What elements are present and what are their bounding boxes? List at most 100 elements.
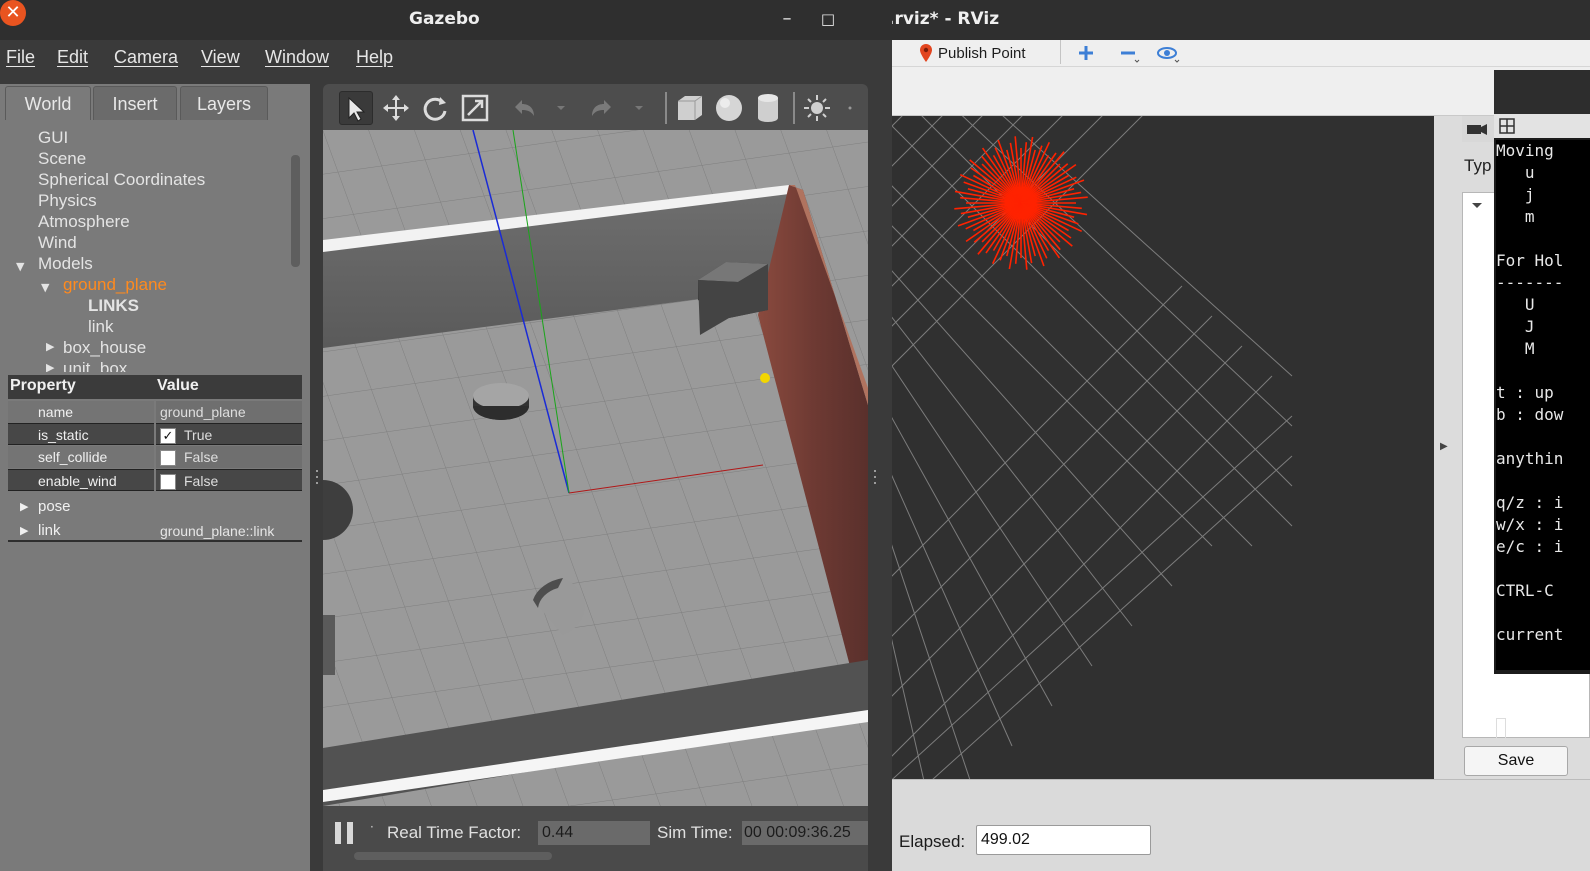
add-icon[interactable] bbox=[1074, 42, 1098, 64]
menu-file[interactable]: File bbox=[6, 47, 35, 68]
collapse-arrow-icon[interactable]: ▶ bbox=[20, 520, 28, 542]
rviz-statusbar: Elapsed: 499.02 bbox=[860, 779, 1590, 871]
expand-arrow-icon[interactable]: ▼ bbox=[41, 281, 49, 294]
terminal-output: Moving u j m For Hol ------- U J M t : u… bbox=[1496, 140, 1590, 670]
light-icon[interactable] bbox=[800, 91, 834, 125]
tree-item-unit-box[interactable]: unit_box_... bbox=[63, 359, 151, 372]
collapse-arrow-icon[interactable]: ▶ bbox=[46, 340, 54, 353]
eye-icon[interactable] bbox=[1156, 42, 1180, 64]
property-value-cell[interactable]: ✓ True bbox=[156, 423, 302, 445]
checkbox-unchecked[interactable] bbox=[160, 474, 176, 491]
gazebo-3d-viewport[interactable] bbox=[323, 130, 868, 806]
expand-arrow-icon[interactable]: ▼ bbox=[16, 260, 24, 273]
tree-item-wind[interactable]: Wind bbox=[38, 233, 77, 253]
publish-point-tool[interactable]: Publish Point bbox=[920, 40, 1026, 66]
redo-icon[interactable] bbox=[585, 91, 619, 125]
splitter-handle[interactable] bbox=[314, 467, 320, 487]
scale-icon[interactable] bbox=[458, 91, 492, 125]
property-value: True bbox=[184, 427, 213, 443]
property-name: self_collide bbox=[8, 446, 154, 468]
property-row-self-collide[interactable]: self_collide False bbox=[8, 446, 302, 469]
horizontal-scrollbar[interactable] bbox=[354, 852, 552, 860]
property-value: False bbox=[184, 473, 219, 489]
collapse-arrow-icon[interactable]: ▶ bbox=[46, 361, 54, 372]
collapse-arrow-icon[interactable]: ▶ bbox=[1440, 441, 1448, 452]
terminal-window[interactable]: Moving u j m For Hol ------- U J M t : u… bbox=[1494, 70, 1590, 740]
tree-item-scene[interactable]: Scene bbox=[38, 149, 86, 169]
terminal-tabbar bbox=[1494, 114, 1590, 138]
type-label: Typ bbox=[1464, 156, 1492, 175]
menu-help[interactable]: Help bbox=[356, 47, 393, 68]
undo-icon[interactable] bbox=[507, 91, 541, 125]
gazebo-window-title: Gazebo bbox=[409, 9, 480, 29]
property-group-name: pose bbox=[38, 498, 71, 515]
rviz-titlebar: .rviz* - RViz bbox=[860, 0, 1590, 40]
tab-layers[interactable]: Layers bbox=[180, 86, 268, 120]
cylinder-icon[interactable] bbox=[751, 91, 785, 125]
map-pin-icon bbox=[920, 44, 932, 62]
checkbox-checked[interactable]: ✓ bbox=[160, 428, 176, 445]
property-row-name[interactable]: name ground_plane bbox=[8, 401, 302, 424]
undo-dropdown-icon[interactable] bbox=[550, 91, 574, 125]
rviz-window-title: .rviz* - RViz bbox=[888, 9, 1000, 29]
property-group-name: link bbox=[38, 522, 61, 539]
property-value-cell[interactable]: False bbox=[156, 469, 302, 491]
property-group-link[interactable]: ▶ link ground_plane::link bbox=[8, 520, 302, 542]
elapsed-label: Elapsed: bbox=[899, 832, 966, 851]
tree-item-atmosphere[interactable]: Atmosphere bbox=[38, 212, 130, 232]
gazebo-window: Gazebo – □ ✕ File Edit Camera View Windo… bbox=[0, 0, 892, 871]
tree-item-gui[interactable]: GUI bbox=[38, 128, 68, 148]
pause-icon[interactable] bbox=[335, 822, 355, 844]
tab-world[interactable]: World bbox=[5, 86, 91, 120]
translate-icon[interactable] bbox=[379, 91, 413, 125]
property-group-pose[interactable]: ▶ pose bbox=[8, 496, 302, 518]
property-name: name bbox=[8, 401, 154, 423]
property-row-is-static[interactable]: is_static ✓ True bbox=[8, 423, 302, 446]
property-column-header: Property bbox=[10, 377, 76, 394]
select-icon[interactable] bbox=[339, 91, 373, 125]
rviz-window: .rviz* - RViz Publish Point Typ ▶ Save E… bbox=[860, 0, 1590, 871]
property-name: enable_wind bbox=[8, 469, 154, 491]
sim-time-label: Sim Time: bbox=[657, 823, 733, 842]
tree-item-models[interactable]: Models bbox=[38, 254, 93, 274]
splitter-handle[interactable] bbox=[872, 467, 878, 487]
rotate-icon[interactable] bbox=[418, 91, 452, 125]
property-value[interactable]: ground_plane bbox=[156, 401, 302, 423]
menu-window[interactable]: Window bbox=[265, 47, 329, 68]
publish-point-label: Publish Point bbox=[938, 44, 1026, 62]
elapsed-field[interactable]: 499.02 bbox=[976, 825, 1151, 855]
real-time-factor-value: 0.44 bbox=[538, 821, 650, 845]
menu-view[interactable]: View bbox=[201, 47, 240, 68]
toolbar-overflow-icon[interactable] bbox=[842, 91, 858, 125]
menu-camera[interactable]: Camera bbox=[114, 47, 178, 68]
minimize-button[interactable]: – bbox=[774, 6, 800, 32]
tree-item-spherical-coordinates[interactable]: Spherical Coordinates bbox=[38, 170, 205, 190]
property-table-header: Property Value bbox=[8, 375, 302, 399]
menu-edit[interactable]: Edit bbox=[57, 47, 88, 68]
property-value: False bbox=[184, 449, 219, 465]
property-row-enable-wind[interactable]: enable_wind False bbox=[8, 469, 302, 492]
box-icon[interactable] bbox=[673, 91, 707, 125]
remove-icon[interactable] bbox=[1116, 42, 1140, 64]
maximize-button[interactable]: □ bbox=[815, 6, 841, 32]
checkbox-unchecked[interactable] bbox=[160, 450, 176, 467]
sphere-icon[interactable] bbox=[712, 91, 746, 125]
tree-scrollbar[interactable] bbox=[291, 155, 300, 267]
tree-item-link[interactable]: link bbox=[88, 317, 114, 337]
rviz-3d-viewport[interactable] bbox=[892, 116, 1434, 779]
property-group-value: ground_plane::link bbox=[160, 523, 275, 539]
tree-item-links-header: LINKS bbox=[88, 296, 139, 315]
gazebo-titlebar: Gazebo – □ ✕ bbox=[0, 0, 892, 40]
tree-item-box-house[interactable]: box_house bbox=[63, 338, 146, 358]
save-button[interactable]: Save bbox=[1464, 746, 1568, 776]
property-value-cell[interactable]: False bbox=[156, 446, 302, 468]
tree-item-ground-plane[interactable]: ground_plane bbox=[63, 275, 167, 295]
tree-item-physics[interactable]: Physics bbox=[38, 191, 97, 211]
terminal-header bbox=[1494, 70, 1590, 114]
real-time-factor-label: Real Time Factor: bbox=[387, 823, 522, 842]
tab-insert[interactable]: Insert bbox=[93, 86, 177, 120]
collapse-arrow-icon[interactable]: ▶ bbox=[20, 496, 28, 518]
close-button[interactable]: ✕ bbox=[0, 0, 26, 26]
value-column-header: Value bbox=[157, 377, 199, 394]
redo-dropdown-icon[interactable] bbox=[628, 91, 652, 125]
